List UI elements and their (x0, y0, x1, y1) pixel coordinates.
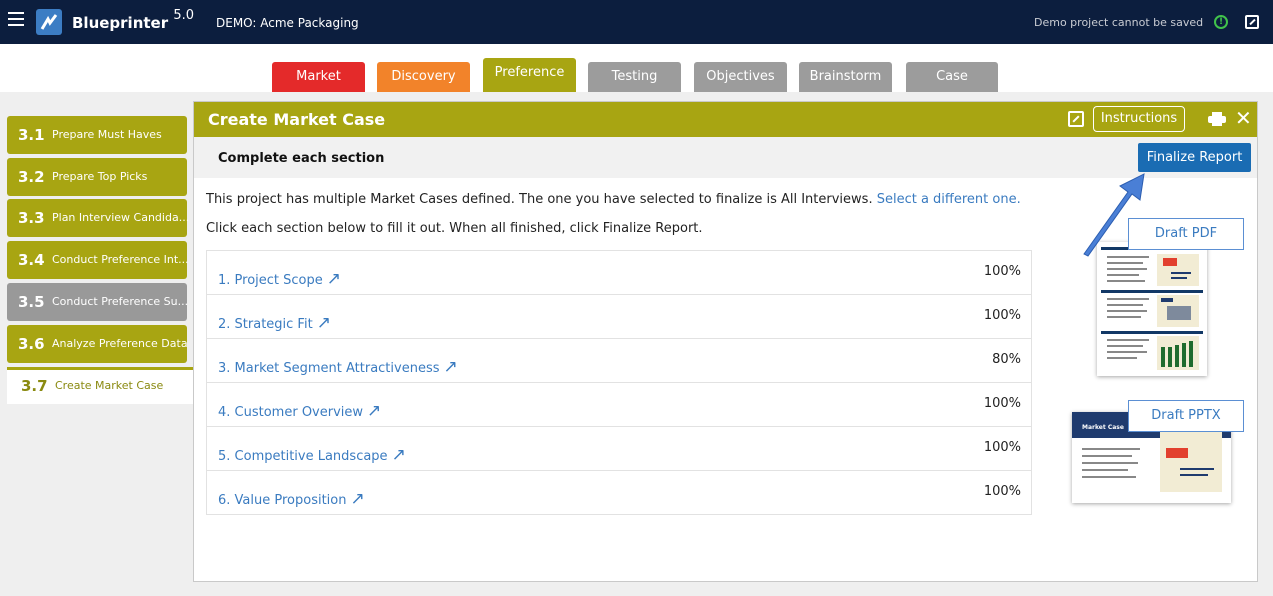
intro-sentence: This project has multiple Market Cases d… (206, 192, 873, 207)
tab-objectives[interactable]: Objectives (694, 62, 787, 92)
section-link[interactable]: 1. Project Scope ↗ (218, 269, 341, 289)
panel-header: Create Market Case Instructions ✕ (194, 102, 1257, 137)
fullscreen-icon[interactable] (1068, 111, 1084, 127)
completion-percent: 100% (983, 264, 1021, 279)
hamburger-menu-icon[interactable] (8, 12, 24, 26)
alert-icon[interactable]: ! (1214, 15, 1228, 29)
select-different-case-link[interactable]: Select a different one. (877, 192, 1021, 207)
draft-pptx-button[interactable]: Draft PPTX (1128, 400, 1244, 432)
section-link[interactable]: 4. Customer Overview ↗ (218, 401, 381, 421)
sidebar-item-conduct-preference-interviews[interactable]: 3.4 Conduct Preference Int... (7, 241, 189, 279)
panel-title: Create Market Case (208, 110, 386, 129)
pptx-thumbnail-title: Market Case (1082, 424, 1124, 431)
blueprinter-logo-icon (36, 9, 62, 35)
external-arrow-icon: ↗ (391, 445, 406, 465)
table-row[interactable]: 4. Customer Overview ↗ 100% (207, 383, 1031, 427)
tab-testing[interactable]: Testing (588, 62, 681, 92)
external-arrow-icon: ↗ (316, 313, 331, 333)
close-icon[interactable]: ✕ (1235, 107, 1252, 129)
tab-case[interactable]: Case (906, 62, 998, 92)
step-label: Plan Interview Candida... (52, 211, 190, 224)
app-version: 5.0 (173, 8, 195, 23)
print-icon[interactable] (1208, 112, 1226, 126)
sidebar-item-prepare-top-picks[interactable]: 3.2 Prepare Top Picks (7, 158, 187, 196)
step-number: 3.5 (18, 293, 45, 311)
sidebar-item-conduct-preference-survey[interactable]: 3.5 Conduct Preference Su... (7, 283, 189, 321)
completion-percent: 100% (983, 396, 1021, 411)
phase-tabs: Market Discovery Preference Testing Obje… (0, 44, 1273, 92)
market-case-panel: Create Market Case Instructions ✕ Comple… (193, 101, 1258, 582)
table-row[interactable]: 6. Value Proposition ↗ 100% (207, 471, 1031, 515)
step-label: Conduct Preference Int... (52, 253, 189, 266)
tab-brainstorm[interactable]: Brainstorm (799, 62, 892, 92)
step-label: Prepare Must Haves (52, 128, 162, 141)
app-title: Blueprinter 5.0 (72, 8, 195, 32)
sections-table: 1. Project Scope ↗ 100% 2. Strategic Fit ↗… (206, 250, 1032, 515)
instructions-button[interactable]: Instructions (1093, 106, 1185, 132)
instruction-text: Click each section below to fill it out.… (206, 221, 703, 236)
step-label: Conduct Preference Su... (52, 295, 189, 308)
sidebar-item-plan-interview-candidates[interactable]: 3.3 Plan Interview Candida... (7, 199, 190, 237)
sidebar-item-create-market-case[interactable]: 3.7 Create Market Case (7, 367, 193, 404)
section-link[interactable]: 3. Market Segment Attractiveness ↗ (218, 357, 458, 377)
step-label: Prepare Top Picks (52, 170, 148, 183)
project-name: DEMO: Acme Packaging (216, 16, 359, 30)
section-link[interactable]: 6. Value Proposition ↗ (218, 489, 365, 509)
step-number: 3.1 (18, 126, 45, 144)
tab-market[interactable]: Market (272, 62, 365, 92)
external-arrow-icon: ↗ (443, 357, 458, 377)
external-arrow-icon: ↗ (326, 269, 341, 289)
completion-percent: 100% (983, 440, 1021, 455)
step-number: 3.6 (18, 335, 45, 353)
section-link[interactable]: 2. Strategic Fit ↗ (218, 313, 331, 333)
section-title: Complete each section (218, 151, 385, 166)
external-arrow-icon: ↗ (367, 401, 382, 421)
completion-percent: 100% (983, 484, 1021, 499)
table-row[interactable]: 3. Market Segment Attractiveness ↗ 80% (207, 339, 1031, 383)
app-name: Blueprinter (72, 14, 169, 32)
top-bar: Blueprinter 5.0 DEMO: Acme Packaging Dem… (0, 0, 1273, 44)
step-number: 3.2 (18, 168, 45, 186)
external-arrow-icon: ↗ (350, 489, 365, 509)
step-label: Create Market Case (55, 379, 164, 392)
tab-discovery[interactable]: Discovery (377, 62, 470, 92)
step-label: Analyze Preference Data (52, 337, 188, 350)
table-row[interactable]: 1. Project Scope ↗ 100% (207, 251, 1031, 295)
completion-percent: 80% (992, 352, 1021, 367)
intro-text: This project has multiple Market Cases d… (206, 192, 1021, 207)
sidebar-item-prepare-must-haves[interactable]: 3.1 Prepare Must Haves (7, 116, 187, 154)
tab-preference[interactable]: Preference (483, 58, 576, 92)
completion-percent: 100% (983, 308, 1021, 323)
finalize-report-button[interactable]: Finalize Report (1138, 143, 1251, 172)
table-row[interactable]: 5. Competitive Landscape ↗ 100% (207, 427, 1031, 471)
table-row[interactable]: 2. Strategic Fit ↗ 100% (207, 295, 1031, 339)
section-link[interactable]: 5. Competitive Landscape ↗ (218, 445, 406, 465)
step-number: 3.7 (21, 377, 48, 395)
step-number: 3.4 (18, 251, 45, 269)
open-external-icon[interactable] (1245, 15, 1259, 29)
demo-save-note: Demo project cannot be saved (1034, 16, 1204, 29)
step-number: 3.3 (18, 209, 45, 227)
callout-arrow-icon (1083, 173, 1145, 257)
sidebar-item-analyze-preference-data[interactable]: 3.6 Analyze Preference Data (7, 325, 188, 363)
